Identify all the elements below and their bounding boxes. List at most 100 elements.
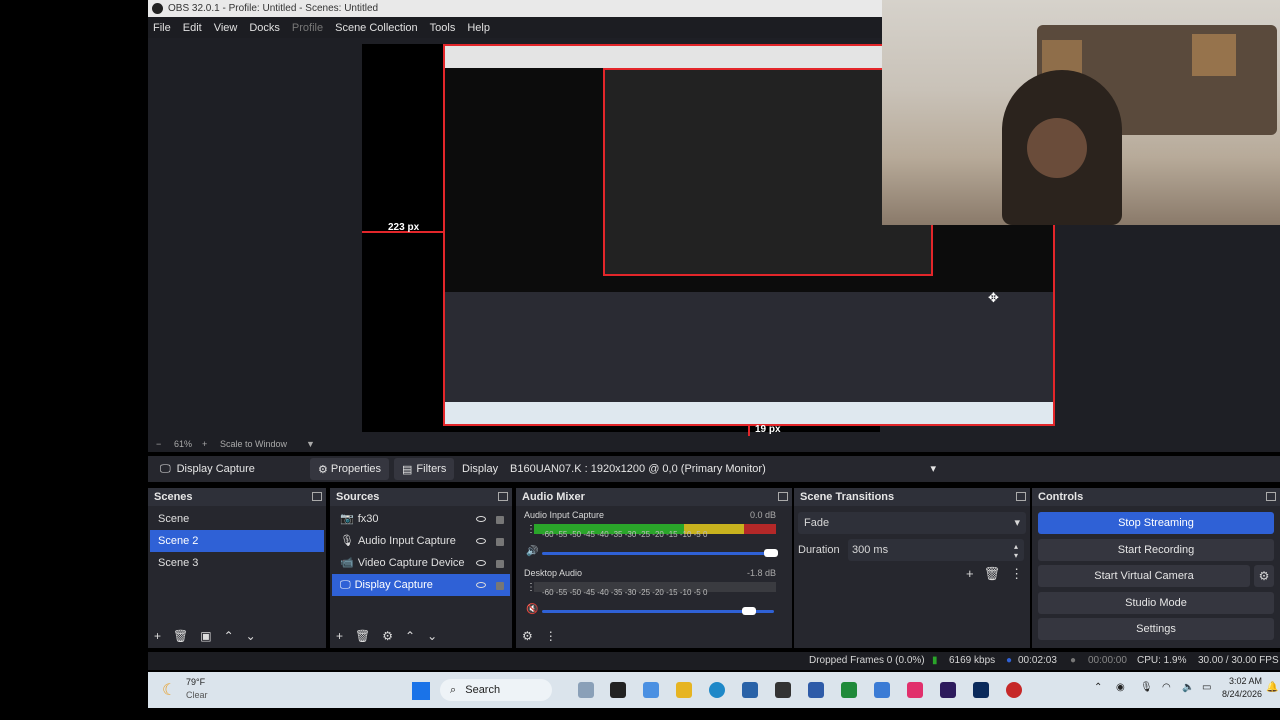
premiere-icon[interactable]	[940, 682, 956, 698]
duration-input[interactable]: 300 ms ▴ ▾	[848, 539, 1024, 561]
webcam-video-source[interactable]	[882, 0, 1280, 225]
lock-icon[interactable]	[496, 516, 504, 524]
menu-docks[interactable]: Docks	[249, 22, 280, 34]
taskbar-search[interactable]: ⌕ Search	[440, 679, 552, 701]
xbox-icon[interactable]	[841, 682, 857, 698]
weather-condition[interactable]: Clear	[186, 690, 208, 700]
filter-icon: ▤	[402, 463, 413, 476]
undock-icon[interactable]	[312, 492, 322, 501]
speaker-muted-icon[interactable]: 🔇	[526, 604, 538, 615]
undock-icon[interactable]	[1016, 492, 1026, 501]
trash-icon[interactable]: 🗑	[355, 629, 370, 643]
channel-db: 0.0 dB	[749, 510, 776, 520]
scene-item[interactable]: Scene	[150, 508, 324, 530]
virtual-camera-settings-icon[interactable]: ⚙	[1254, 565, 1274, 587]
volume-icon[interactable]: 🔈	[1182, 682, 1194, 693]
weather-moon-icon[interactable]: ☾	[162, 680, 176, 700]
tray-app-icon[interactable]: ◉	[1116, 682, 1125, 693]
properties-button[interactable]: ⚙ Properties	[310, 458, 390, 480]
menu-scene-collection[interactable]: Scene Collection	[335, 22, 418, 34]
search-icon: ⌕	[450, 684, 457, 696]
clock-time[interactable]: 3:02 AM	[1222, 676, 1262, 686]
weather-temp[interactable]: 79°F	[186, 677, 205, 687]
scene-item[interactable]: Scene 3	[150, 552, 324, 574]
instagram-icon[interactable]	[907, 682, 923, 698]
undock-icon[interactable]	[778, 492, 788, 501]
menu-view[interactable]: View	[214, 22, 238, 34]
stop-streaming-button[interactable]: Stop Streaming	[1038, 512, 1274, 534]
eye-icon[interactable]	[476, 538, 486, 544]
scene-item-selected[interactable]: Scene 2	[150, 530, 324, 552]
chrome-icon[interactable]	[1006, 682, 1022, 698]
filters-button[interactable]: ▤ Filters	[394, 458, 455, 480]
outlook-icon[interactable]	[874, 682, 890, 698]
zoom-out-icon[interactable]: −	[156, 436, 161, 452]
monitor-icon: 🖵	[160, 462, 171, 475]
arrow-down-icon[interactable]: ⌄	[246, 629, 256, 643]
more-vertical-icon[interactable]: ⋮	[1010, 566, 1023, 582]
copilot-icon[interactable]	[643, 682, 659, 698]
start-virtual-camera-button[interactable]: Start Virtual Camera	[1038, 565, 1250, 587]
gear-icon[interactable]: ⚙	[382, 629, 393, 643]
add-icon[interactable]: +	[154, 629, 161, 643]
settings-button[interactable]: Settings	[1038, 618, 1274, 640]
clock-date[interactable]: 8/24/2026	[1216, 689, 1262, 699]
arrow-down-icon[interactable]: ⌄	[427, 629, 437, 643]
microphone-icon[interactable]: 🎙	[1140, 682, 1153, 693]
tray-chevron-icon[interactable]: ⌃	[1094, 682, 1102, 693]
menu-help[interactable]: Help	[467, 22, 490, 34]
trash-icon[interactable]: 🗑	[984, 566, 1001, 582]
undock-icon[interactable]	[498, 492, 508, 501]
scene-transitions-dock: Scene Transitions Fade ▾ Duration 300 ms…	[794, 488, 1030, 648]
eye-icon[interactable]	[476, 516, 486, 522]
add-icon[interactable]: +	[336, 629, 343, 643]
menu-edit[interactable]: Edit	[183, 22, 202, 34]
obs-app-icon[interactable]	[775, 682, 791, 698]
speaker-icon[interactable]: 🔊	[526, 546, 538, 557]
scenes-dock: Scenes Scene Scene 2 Scene 3 + 🗑 ▣ ⌃ ⌄	[148, 488, 326, 648]
filter-icon[interactable]: ▣	[200, 629, 211, 643]
zoom-in-icon[interactable]: +	[202, 436, 207, 452]
eye-icon[interactable]	[476, 560, 486, 566]
source-item[interactable]: 🎙 Audio Input Capture	[332, 530, 510, 552]
notification-icon[interactable]: 🔔	[1266, 682, 1278, 693]
audio-mixer-dock: Audio Mixer Audio Input Capture 0.0 dB ⋮…	[516, 488, 792, 648]
gear-icon[interactable]: ⚙	[522, 629, 533, 643]
more-vertical-icon[interactable]: ⋮	[545, 629, 557, 643]
studio-mode-button[interactable]: Studio Mode	[1038, 592, 1274, 614]
start-recording-button[interactable]: Start Recording	[1038, 539, 1274, 561]
display-select[interactable]: B160UAN07.K : 1920x1200 @ 0,0 (Primary M…	[504, 458, 942, 480]
spinner-icon[interactable]: ▴ ▾	[1014, 542, 1018, 560]
lock-icon[interactable]	[496, 582, 504, 590]
widgets-icon[interactable]	[578, 682, 594, 698]
menu-tools[interactable]: Tools	[430, 22, 456, 34]
windows-start-icon[interactable]	[412, 682, 430, 700]
source-item[interactable]: 📷 fx30	[332, 508, 510, 530]
menu-file[interactable]: File	[153, 22, 171, 34]
lock-icon[interactable]	[496, 538, 504, 546]
battery-icon[interactable]: ▭	[1202, 682, 1211, 693]
transition-select[interactable]: Fade ▾	[798, 512, 1026, 534]
menu-profile[interactable]: Profile	[292, 22, 323, 34]
scale-dropdown-icon[interactable]: ▼	[306, 436, 315, 452]
terminal-icon[interactable]	[610, 682, 626, 698]
lock-icon[interactable]	[496, 560, 504, 568]
menu-bar: File Edit View Docks Profile Scene Colle…	[148, 17, 884, 38]
eye-icon[interactable]	[476, 582, 486, 588]
add-icon[interactable]: +	[966, 566, 974, 582]
undock-icon[interactable]	[1266, 492, 1276, 501]
store-icon[interactable]	[742, 682, 758, 698]
photoshop-icon[interactable]	[973, 682, 989, 698]
arrow-up-icon[interactable]: ⌃	[405, 629, 415, 643]
volume-slider[interactable]	[542, 549, 778, 557]
source-item-selected[interactable]: 🖵 Display Capture	[332, 574, 510, 596]
vs-code-icon[interactable]	[808, 682, 824, 698]
source-item[interactable]: 📹 Video Capture Device	[332, 552, 510, 574]
scale-mode[interactable]: Scale to Window	[220, 436, 287, 452]
arrow-up-icon[interactable]: ⌃	[224, 629, 234, 643]
wifi-icon[interactable]: ◠	[1162, 682, 1171, 693]
volume-slider[interactable]	[542, 607, 774, 615]
trash-icon[interactable]: 🗑	[173, 629, 188, 643]
file-explorer-icon[interactable]	[676, 682, 692, 698]
edge-icon[interactable]	[709, 682, 725, 698]
